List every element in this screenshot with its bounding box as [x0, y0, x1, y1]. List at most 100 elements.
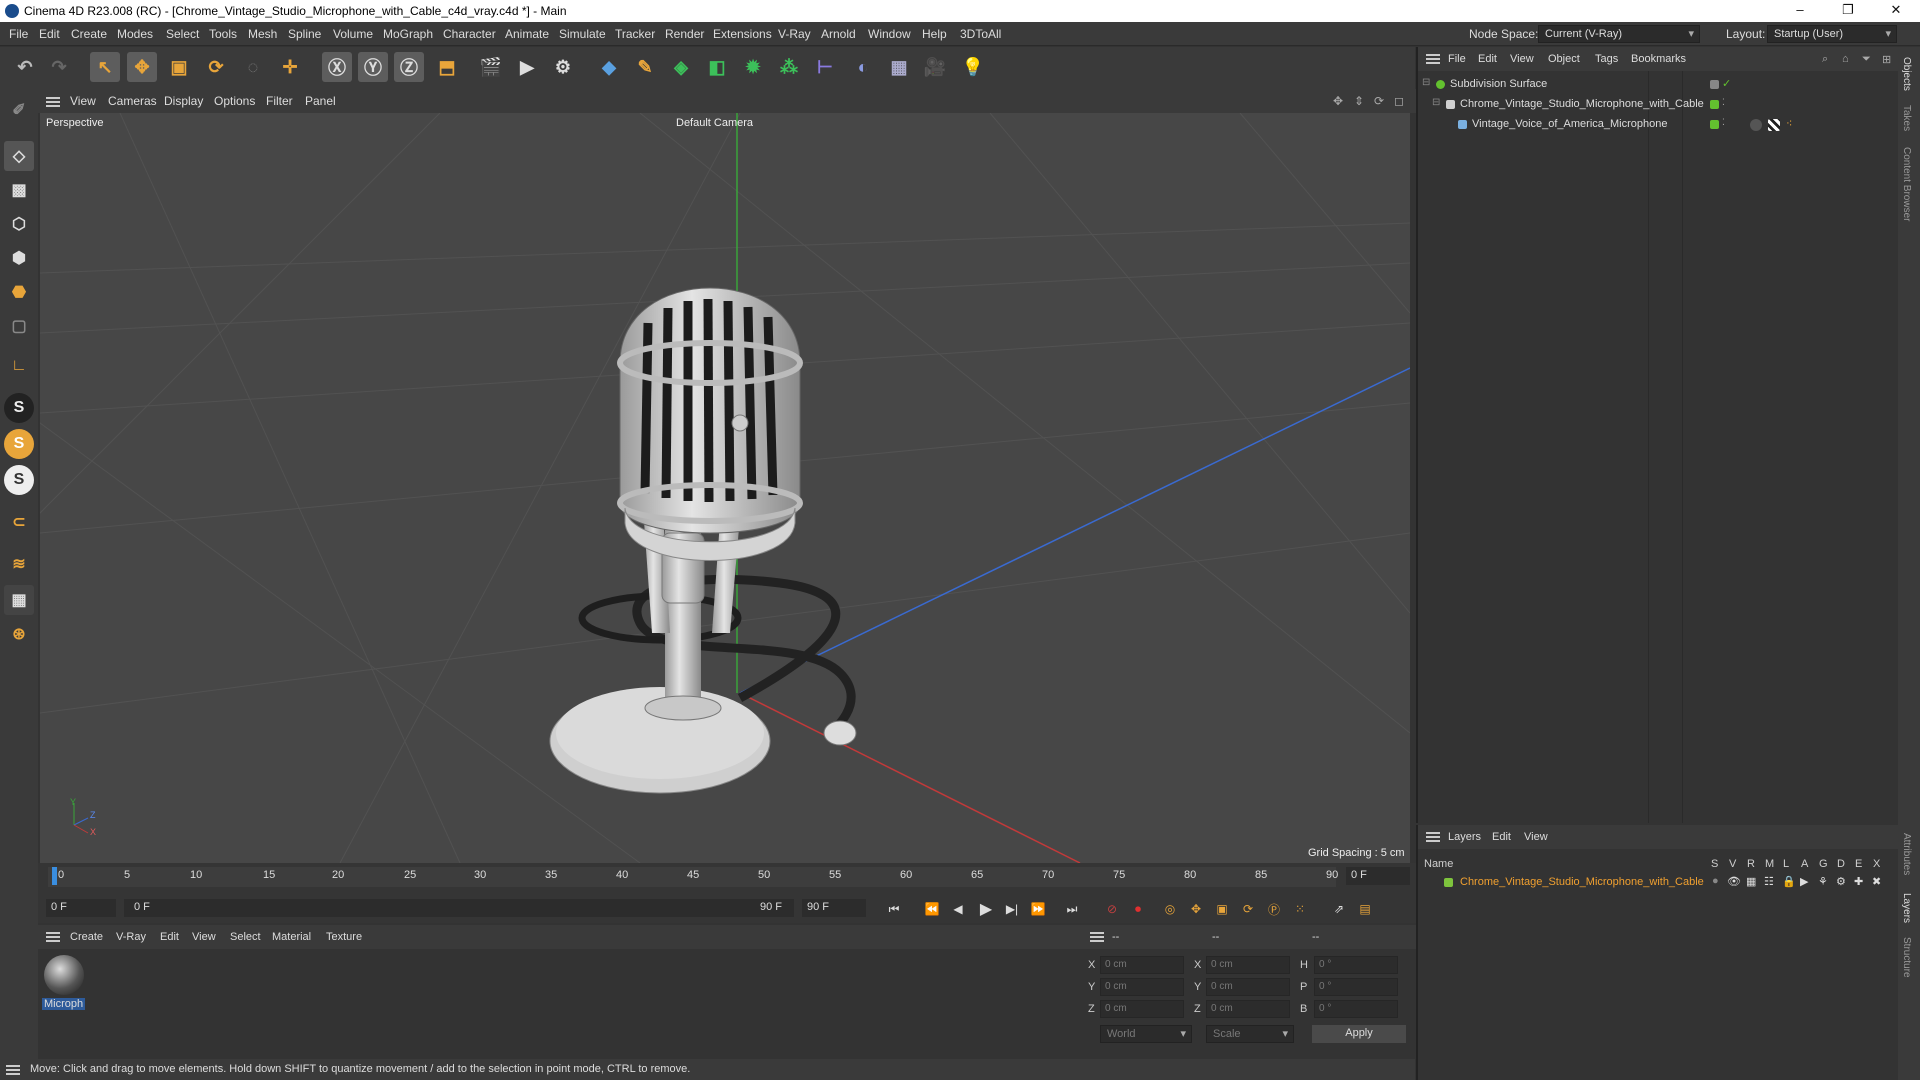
current-frame-field[interactable]: 0 F	[1346, 867, 1410, 885]
objects-menu-view[interactable]: View	[1510, 53, 1534, 65]
rot-b-field[interactable]: 0 °	[1314, 1000, 1398, 1018]
material-menu-create[interactable]: Create	[70, 931, 103, 943]
coordinates-hamburger-icon[interactable]	[1090, 932, 1104, 942]
menu-file[interactable]: File	[9, 27, 28, 41]
key-position-icon[interactable]: ✥	[1185, 898, 1207, 920]
menu-spline[interactable]: Spline	[288, 27, 321, 41]
viewport-rotate-icon[interactable]: ⟳	[1374, 94, 1384, 108]
object-row[interactable]: ⊟ Chrome_Vintage_Studio_Microphone_with_…	[1418, 95, 1900, 115]
menu-mograph[interactable]: MoGraph	[383, 27, 433, 41]
transform-icon[interactable]: ✛	[275, 52, 305, 82]
scale-tool-icon[interactable]: ▣	[164, 52, 194, 82]
deformers-icon[interactable]: ⚙	[1836, 875, 1846, 888]
timeline-view-icon[interactable]: ▤	[1354, 898, 1376, 920]
side-tab-attributes[interactable]: Attributes	[1901, 833, 1912, 875]
object-row[interactable]: Vintage_Voice_of_America_Microphone ⁚ ⁖	[1418, 115, 1900, 135]
mograph-cloner-icon[interactable]: ✹	[738, 52, 768, 82]
viewport-menu-view[interactable]: View	[70, 94, 96, 108]
extrude-icon[interactable]: ◧	[702, 52, 732, 82]
collapse-icon[interactable]: ⊟	[1432, 97, 1440, 108]
size-y-field[interactable]: 0 cm	[1206, 978, 1290, 996]
viewport-menu-cameras[interactable]: Cameras	[108, 94, 157, 108]
next-key-icon[interactable]: ⏩	[1027, 898, 1049, 920]
viewport-menu-display[interactable]: Display	[164, 94, 203, 108]
layer-name[interactable]: Chrome_Vintage_Studio_Microphone_with_Ca…	[1460, 876, 1704, 888]
key-pla-icon[interactable]: ⁙	[1289, 898, 1311, 920]
size-z-field[interactable]: 0 cm	[1206, 1000, 1290, 1018]
menu-window[interactable]: Window	[868, 27, 911, 41]
tag-icon[interactable]: ⁖	[1786, 117, 1792, 130]
texture-tag-icon[interactable]	[1768, 119, 1780, 131]
material-hamburger-icon[interactable]	[46, 932, 60, 942]
z-axis-lock-icon[interactable]: Ⓩ	[394, 52, 424, 82]
menu-render[interactable]: Render	[665, 27, 704, 41]
playhead[interactable]	[52, 867, 57, 885]
menu-3dtoall[interactable]: 3DToAll	[960, 27, 1001, 41]
layout-dropdown[interactable]: Startup (User)	[1767, 25, 1897, 43]
layer-row[interactable]: Chrome_Vintage_Studio_Microphone_with_Ca…	[1418, 873, 1900, 893]
material-menu-select[interactable]: Select	[230, 931, 261, 943]
viewport-menu-filter[interactable]: Filter	[266, 94, 293, 108]
snap-settings-icon[interactable]: S	[4, 429, 34, 459]
menu-help[interactable]: Help	[922, 27, 947, 41]
menu-create[interactable]: Create	[71, 27, 107, 41]
objects-menu-file[interactable]: File	[1448, 53, 1466, 65]
record-disabled-icon[interactable]: ⊘	[1101, 898, 1123, 920]
layers-hamburger-icon[interactable]	[1426, 832, 1440, 842]
material-tag-icon[interactable]	[1750, 119, 1762, 131]
locked-workplane-icon[interactable]: ⊛	[4, 619, 34, 649]
side-tab-content-browser[interactable]: Content Browser	[1901, 147, 1912, 221]
rotate-tool-icon[interactable]: ⟳	[201, 52, 231, 82]
previous-frame-icon[interactable]: ◀	[947, 898, 969, 920]
live-selection-icon[interactable]: ◌	[238, 52, 268, 82]
material-menu-texture[interactable]: Texture	[326, 931, 362, 943]
layer-color-icon[interactable]	[1710, 100, 1719, 109]
status-hamburger-icon[interactable]	[6, 1065, 20, 1075]
side-tab-takes[interactable]: Takes	[1901, 105, 1912, 131]
viewport-hamburger-icon[interactable]	[46, 97, 60, 107]
workplane-grid-icon[interactable]: ▦	[4, 585, 34, 615]
render-picture-viewer-icon[interactable]: ▶	[512, 52, 542, 82]
subdivision-surface-icon[interactable]: ◈	[666, 52, 696, 82]
size-mode-dropdown[interactable]: Scale	[1206, 1025, 1294, 1043]
enabled-check-icon[interactable]: ✓	[1722, 77, 1731, 90]
viewport-move-icon[interactable]: ✥	[1333, 94, 1343, 108]
menu-vray[interactable]: V-Ray	[778, 27, 811, 41]
light-icon[interactable]: 💡	[958, 52, 988, 82]
objects-menu-bookmarks[interactable]: Bookmarks	[1631, 53, 1686, 65]
side-tab-structure[interactable]: Structure	[1901, 937, 1912, 978]
material-menu-vray[interactable]: V-Ray	[116, 931, 146, 943]
viewport-menu-panel[interactable]: Panel	[305, 94, 336, 108]
key-rotation-icon[interactable]: ⟳	[1237, 898, 1259, 920]
viewport[interactable]: Perspective Default Camera Grid Spacing …	[40, 113, 1410, 863]
go-to-end-icon[interactable]: ⏭	[1061, 898, 1083, 920]
maximize-button[interactable]: ❐	[1828, 2, 1868, 20]
expressions-icon[interactable]: ✚	[1854, 875, 1863, 888]
render-icon[interactable]: ▦	[1746, 875, 1756, 888]
menu-tools[interactable]: Tools	[209, 27, 237, 41]
uv-mode-icon[interactable]: ▢	[4, 311, 34, 341]
material-name[interactable]: Microph	[42, 998, 86, 1010]
objects-menu-edit[interactable]: Edit	[1478, 53, 1497, 65]
material-menu-material[interactable]: Material	[272, 931, 311, 943]
manager-icon[interactable]: ☷	[1764, 875, 1774, 888]
rot-h-field[interactable]: 0 °	[1314, 956, 1398, 974]
objects-new-window-icon[interactable]: ⊞	[1882, 53, 1891, 66]
go-to-start-icon[interactable]: ⏮	[883, 898, 905, 920]
animation-icon[interactable]: ▶	[1800, 875, 1808, 888]
grid-floor-icon[interactable]: ≋	[4, 549, 34, 579]
objects-home-icon[interactable]: ⌂	[1842, 53, 1849, 65]
apply-button[interactable]: Apply	[1312, 1025, 1406, 1043]
redo-icon[interactable]: ↷	[44, 52, 74, 82]
select-tool-icon[interactable]: ↖	[90, 52, 120, 82]
menu-volume[interactable]: Volume	[333, 27, 373, 41]
pos-y-field[interactable]: 0 cm	[1100, 978, 1184, 996]
workplane-icon[interactable]: ∟	[4, 351, 34, 381]
pos-x-field[interactable]: 0 cm	[1100, 956, 1184, 974]
objects-filter-icon[interactable]: ⏷	[1862, 53, 1871, 66]
node-space-dropdown[interactable]: Current (V-Ray)	[1538, 25, 1700, 43]
objects-search-icon[interactable]: ⌕	[1822, 53, 1828, 66]
side-tab-objects[interactable]: Objects	[1901, 57, 1912, 91]
points-mode-icon[interactable]: ⬡	[4, 209, 34, 239]
minimize-button[interactable]: –	[1780, 2, 1820, 20]
